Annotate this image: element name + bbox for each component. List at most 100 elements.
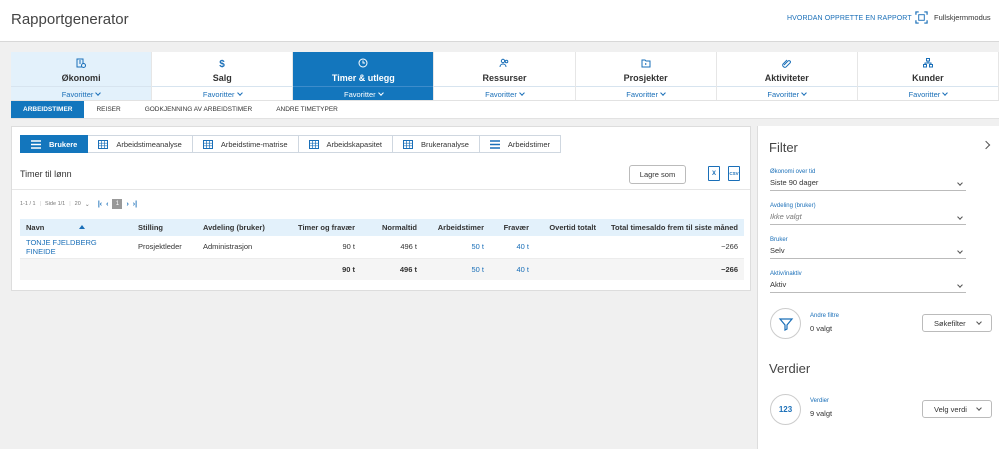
- view-tab-arbeidstime-matrise[interactable]: Arbeidstime-matrise: [192, 135, 299, 153]
- chevron-down-icon: [976, 405, 982, 411]
- folder-icon: [641, 59, 651, 68]
- col-fravaer[interactable]: Fravær: [490, 219, 535, 236]
- filter-avdeling[interactable]: Avdeling (bruker) Ikke valgt: [770, 203, 966, 225]
- favorites-dropdown[interactable]: Favoritter: [434, 86, 575, 99]
- current-page[interactable]: 1: [112, 199, 123, 209]
- view-tab-brukeranalyse[interactable]: Brukeranalyse: [392, 135, 480, 153]
- last-page-icon[interactable]: ›|: [133, 201, 137, 208]
- filter-okonomi-over-tid[interactable]: Økonomi over tid Siste 90 dager: [770, 169, 966, 191]
- svg-text:$: $: [219, 59, 225, 68]
- cell-overtid: [535, 236, 602, 259]
- chevron-down-icon: ⌄: [84, 201, 90, 208]
- total-fravaer-link[interactable]: 40 t: [490, 258, 535, 280]
- clock-icon: [358, 58, 368, 68]
- chevron-down-icon: [801, 90, 807, 96]
- favorites-dropdown[interactable]: Favoritter: [11, 86, 152, 99]
- save-as-button[interactable]: Lagre som: [629, 165, 686, 184]
- other-filters-label[interactable]: Andre filtre: [810, 313, 839, 319]
- col-stilling[interactable]: Stilling: [132, 219, 197, 236]
- col-normaltid[interactable]: Normaltid: [361, 219, 423, 236]
- view-tab-brukere[interactable]: Brukere: [20, 135, 89, 153]
- cell-arbeidstimer-link[interactable]: 50 t: [423, 236, 490, 259]
- subtab-arbeidstimer[interactable]: ARBEIDSTIMER: [11, 101, 85, 118]
- people-icon: [499, 58, 509, 68]
- cell-fravaer-link[interactable]: 40 t: [490, 236, 535, 259]
- list-icon: [31, 139, 41, 149]
- module-ressurser[interactable]: Ressurser Favoritter: [434, 52, 576, 100]
- filter-aktiv-inaktiv[interactable]: Aktiv/inaktiv Aktiv: [770, 271, 966, 293]
- module-label: Timer & utlegg: [331, 73, 395, 83]
- module-label: Prosjekter: [623, 73, 668, 83]
- favorites-dropdown[interactable]: Favoritter: [293, 86, 434, 99]
- col-arbeidstimer[interactable]: Arbeidstimer: [423, 219, 490, 236]
- top-bar: Rapportgenerator HVORDAN OPPRETTE EN RAP…: [0, 0, 999, 42]
- col-timesaldo[interactable]: Total timesaldo frem til siste måned: [602, 219, 744, 236]
- howto-link[interactable]: HVORDAN OPPRETTE EN RAPPORT: [787, 15, 912, 22]
- table-row: TONJE FJELDBERG FINEIDE Prosjektleder Ad…: [20, 236, 744, 259]
- select-value-button[interactable]: Velg verdi: [922, 400, 992, 418]
- fullscreen-label: Fullskjermmodus: [934, 13, 991, 22]
- economy-icon: [76, 58, 87, 68]
- total-arbeidstimer-link[interactable]: 50 t: [423, 258, 490, 280]
- col-navn[interactable]: Navn: [20, 219, 132, 236]
- chevron-down-icon: [976, 319, 982, 325]
- first-page-icon[interactable]: |‹: [98, 201, 102, 208]
- page-title: Rapportgenerator: [11, 11, 129, 28]
- fullscreen-icon: [915, 11, 928, 24]
- fullscreen-toggle[interactable]: Fullskjermmodus: [915, 11, 991, 24]
- view-tab-arbeidskapasitet[interactable]: Arbeidskapasitet: [298, 135, 393, 153]
- chevron-down-icon: [518, 90, 525, 96]
- module-label: Kunder: [912, 73, 944, 83]
- cell-avdeling: Administrasjon: [197, 236, 281, 259]
- funnel-icon[interactable]: [770, 308, 801, 339]
- values-badge[interactable]: 123: [770, 394, 801, 425]
- module-okonomi[interactable]: Økonomi Favoritter: [11, 52, 153, 100]
- list-icon: [489, 139, 500, 149]
- favorites-dropdown[interactable]: Favoritter: [857, 86, 998, 99]
- report-table: Navn Stilling Avdeling (bruker) Timer og…: [20, 219, 744, 280]
- col-overtid[interactable]: Overtid totalt: [535, 219, 602, 236]
- values-label[interactable]: Verdier: [810, 398, 829, 404]
- values-count: 9 valgt: [810, 409, 833, 418]
- module-timer-utlegg[interactable]: Timer & utlegg Favoritter: [293, 52, 435, 100]
- module-salg[interactable]: $ Salg Favoritter: [152, 52, 294, 100]
- chevron-down-icon: [377, 90, 384, 96]
- filter-bruker[interactable]: Bruker Selv: [770, 237, 966, 259]
- cell-timer: 90 t: [281, 236, 361, 259]
- col-timer-og-fravaer[interactable]: Timer og fravær: [281, 219, 361, 236]
- cell-stilling: Prosjektleder: [132, 236, 197, 259]
- grid-icon: [308, 139, 319, 149]
- subtab-godkjenning[interactable]: GODKJENNING AV ARBEIDSTIMER: [133, 101, 265, 118]
- favorites-dropdown[interactable]: Favoritter: [575, 86, 716, 99]
- search-filter-button[interactable]: Søkefilter: [922, 314, 992, 332]
- view-tab-arbeidstimer[interactable]: Arbeidstimer: [479, 135, 562, 153]
- col-avdeling[interactable]: Avdeling (bruker): [197, 219, 281, 236]
- paperclip-icon: [781, 59, 791, 68]
- subtab-reiser[interactable]: REISER: [84, 101, 132, 118]
- total-normaltid: 496 t: [361, 258, 423, 280]
- user-link[interactable]: TONJE FJELDBERG FINEIDE: [20, 236, 132, 259]
- module-aktiviteter[interactable]: Aktiviteter Favoritter: [716, 52, 858, 100]
- favorites-dropdown[interactable]: Favoritter: [152, 86, 293, 99]
- report-title: Timer til lønn: [20, 169, 72, 179]
- view-tabs: Brukere Arbeidstimeanalyse Arbeidstime-m…: [20, 135, 562, 153]
- per-page-select[interactable]: 20: [75, 201, 81, 207]
- total-saldo: −266: [602, 258, 744, 280]
- pagination: 1-1 / 1 | Side 1/1 | 20 ⌄ |‹ ‹ 1 › ›|: [20, 199, 138, 209]
- table-header-row: Navn Stilling Avdeling (bruker) Timer og…: [20, 219, 744, 236]
- grid-icon: [202, 139, 213, 149]
- pager-range: 1-1 / 1: [20, 201, 36, 207]
- view-tab-arbeidstimeanalyse[interactable]: Arbeidstimeanalyse: [88, 135, 193, 153]
- chevron-right-icon[interactable]: [981, 140, 991, 150]
- prev-page-icon[interactable]: ‹: [106, 201, 108, 208]
- subtab-andre-timetyper[interactable]: ANDRE TIMETYPER: [264, 101, 350, 118]
- module-label: Salg: [212, 73, 232, 83]
- favorites-dropdown[interactable]: Favoritter: [716, 86, 857, 99]
- module-kunder[interactable]: Kunder Favoritter: [857, 52, 999, 100]
- module-bar: Økonomi Favoritter $ Salg Favoritter Tim…: [11, 52, 999, 101]
- module-prosjekter[interactable]: Prosjekter Favoritter: [575, 52, 717, 100]
- csv-export-icon[interactable]: CSV: [728, 166, 740, 181]
- excel-export-icon[interactable]: X: [708, 166, 720, 181]
- next-page-icon[interactable]: ›: [126, 201, 128, 208]
- other-filters-count: 0 valgt: [810, 324, 833, 333]
